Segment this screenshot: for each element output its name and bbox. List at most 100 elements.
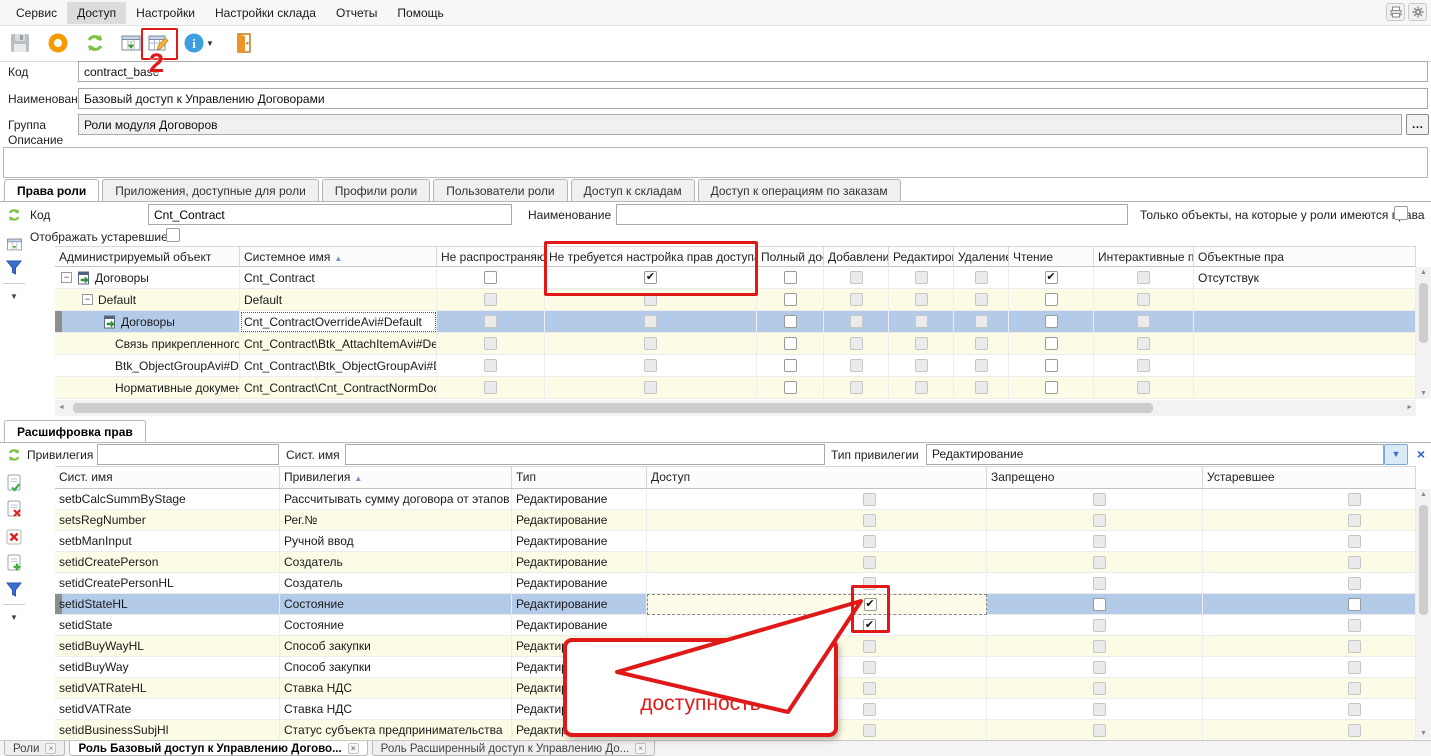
tab-operacii[interactable]: Доступ к операциям по заказам [698,179,901,202]
sysname-cell[interactable]: setidBusinessSubjHl [55,720,280,741]
checkbox[interactable] [1045,359,1058,372]
menu-pomosch[interactable]: Помощь [387,2,453,24]
obsolete-cell[interactable] [1203,573,1416,594]
col-header[interactable]: Полный доступ [757,246,824,267]
check-cell[interactable] [437,377,545,399]
checkbox[interactable] [915,359,928,372]
table-import-icon[interactable] [119,31,143,55]
checkbox[interactable] [915,337,928,350]
checkbox[interactable] [850,315,863,328]
col-header[interactable]: Удаление [954,246,1009,267]
decode-row[interactable]: setidStateСостояниеРедактирование✔ [55,615,1416,636]
check-cell[interactable] [954,355,1009,377]
col-header[interactable]: Редактирование [889,246,954,267]
sysname-cell[interactable]: setidBuyWay [55,657,280,678]
doctab-role-extended[interactable]: Роль Расширенный доступ к Управлению До.… [372,741,656,756]
checkbox[interactable] [784,315,797,328]
checkbox[interactable] [1093,619,1106,632]
object-cell[interactable]: −Default [55,289,240,311]
sysname-cell[interactable]: setbCalcSummByStage [55,489,280,510]
rights-name-input[interactable] [616,204,1128,225]
dropdown-caret-icon[interactable]: ▼ [204,31,216,55]
checkbox[interactable] [1093,556,1106,569]
denied-cell[interactable] [987,636,1203,657]
check-cell[interactable] [1009,377,1094,399]
sysname-cell[interactable]: Default [240,289,437,311]
checkbox[interactable] [644,337,657,350]
check-cell[interactable] [1094,311,1194,333]
checkbox[interactable] [784,337,797,350]
checkbox[interactable] [644,359,657,372]
col-header[interactable]: Администрируемый объект [55,246,240,267]
col-header[interactable]: Устаревшее [1203,466,1416,489]
checkbox[interactable] [1348,661,1361,674]
checkbox[interactable] [1348,724,1361,737]
check-cell[interactable] [889,377,954,399]
access-cell[interactable] [647,510,987,531]
checkbox[interactable] [975,293,988,306]
checkbox[interactable] [1093,598,1106,611]
obsolete-cell[interactable] [1203,594,1416,615]
checkbox[interactable] [975,359,988,372]
priv-input[interactable] [97,444,279,465]
tab-prava-roli[interactable]: Права роли [4,179,99,202]
checkbox[interactable] [484,315,497,328]
tab-prilozheniya[interactable]: Приложения, доступные для роли [102,179,319,202]
denied-cell[interactable] [987,657,1203,678]
decode-row[interactable]: setidCreatePersonHLСоздательРедактирован… [55,573,1416,594]
checkbox[interactable] [484,271,497,284]
filter-funnel-icon[interactable] [4,580,24,600]
check-cell[interactable] [437,311,545,333]
check-cell[interactable] [889,311,954,333]
sysname-cell[interactable]: setsRegNumber [55,510,280,531]
denied-cell[interactable] [987,489,1203,510]
checkbox[interactable] [484,359,497,372]
checkbox[interactable] [1137,293,1150,306]
menu-otchety[interactable]: Отчеты [326,2,387,24]
decode-row[interactable]: setidCreatePersonСоздательРедактирование [55,552,1416,573]
scroll-left-icon[interactable]: ◄ [58,404,65,411]
tab-polzovateli[interactable]: Пользователи роли [433,179,567,202]
access-cell[interactable] [647,531,987,552]
check-cell[interactable] [889,355,954,377]
check-cell[interactable] [545,355,757,377]
checkbox[interactable] [863,556,876,569]
check-cell[interactable] [1094,333,1194,355]
checkbox[interactable] [644,315,657,328]
obsolete-cell[interactable] [1203,552,1416,573]
col-header[interactable]: Объектные пра [1194,246,1416,267]
doc-remove-icon[interactable] [4,499,24,519]
checkbox[interactable] [1093,724,1106,737]
denied-cell[interactable] [987,531,1203,552]
decode-row[interactable]: setbManInputРучной вводРедактирование [55,531,1416,552]
check-cell[interactable] [954,289,1009,311]
check-cell[interactable] [824,333,889,355]
check-cell[interactable] [545,333,757,355]
check-cell[interactable] [437,289,545,311]
checkbox[interactable] [1348,514,1361,527]
col-header-sorted[interactable]: Привилегия▲ [280,466,512,489]
more-filters-caret-icon[interactable]: ▼ [4,607,24,627]
checkbox[interactable] [1045,381,1058,394]
tab-profili[interactable]: Профили роли [322,179,430,202]
checkbox[interactable] [863,682,876,695]
excel-remove-icon[interactable] [4,527,24,547]
check-cell[interactable] [824,355,889,377]
sysname-cell[interactable]: Cnt_Contract\Cnt_ContractNormDocAvi#Defa [240,377,437,399]
checkbox[interactable] [1348,535,1361,548]
checkbox[interactable] [1137,271,1150,284]
check-cell[interactable] [1009,355,1094,377]
check-cell[interactable] [1009,333,1094,355]
checkbox[interactable] [1137,337,1150,350]
privilege-cell[interactable]: Ручной ввод [280,531,512,552]
kod-input[interactable] [78,61,1428,82]
object-cell[interactable]: Связь прикрепленного ( [55,333,240,355]
check-cell[interactable] [954,377,1009,399]
access-cell[interactable] [647,573,987,594]
check-cell[interactable] [1009,289,1094,311]
check-cell[interactable] [757,289,824,311]
check-cell[interactable] [757,311,824,333]
checkbox[interactable] [1348,640,1361,653]
check-cell[interactable]: ✔ [1009,267,1094,289]
checkbox[interactable] [850,293,863,306]
